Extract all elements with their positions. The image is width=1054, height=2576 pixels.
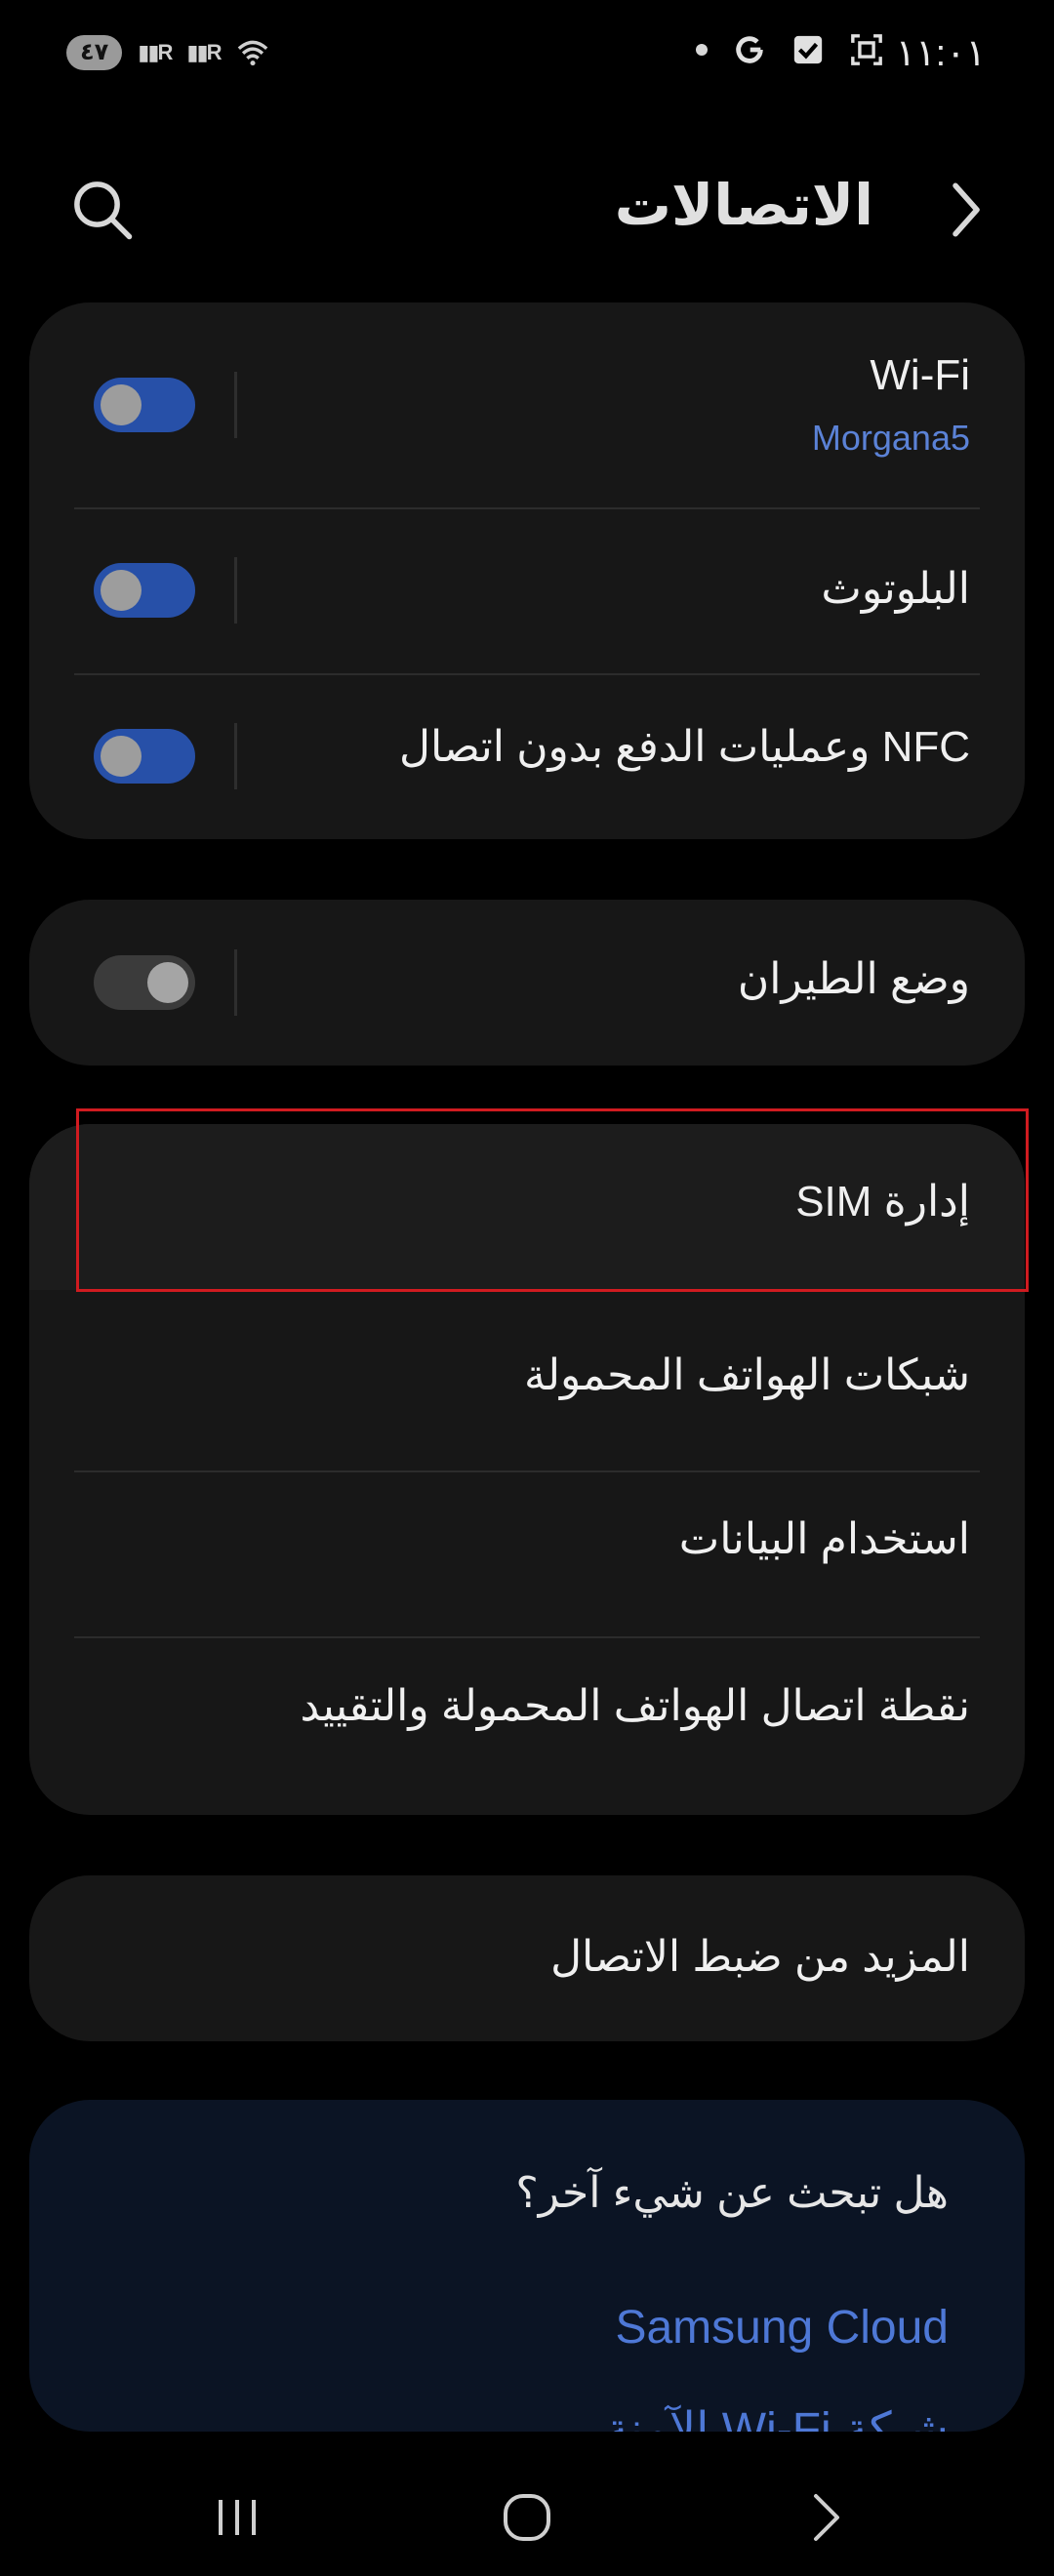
dot-icon — [696, 44, 708, 56]
connections-card: Wi-Fi Morgana5 البلوتوث NFC وعمليات الدف… — [29, 302, 1025, 839]
samsung-cloud-link[interactable]: Samsung Cloud — [615, 2301, 949, 2355]
clock: ١١:٠١ — [895, 33, 986, 74]
row-separator — [234, 372, 237, 438]
navigation-bar — [0, 2449, 1054, 2576]
row-separator — [234, 557, 237, 624]
more-connection-settings-row[interactable]: المزيد من ضبط الاتصال — [29, 1875, 1025, 2041]
page-title: الاتصالات — [614, 174, 873, 237]
status-bar: ٤٧ ▮▮R ▮▮R ١١:٠١ — [0, 0, 1054, 112]
nfc-row[interactable]: NFC وعمليات الدفع بدون اتصال — [29, 673, 1025, 839]
back-chevron-icon[interactable] — [937, 178, 995, 242]
screenshot-icon — [851, 34, 882, 65]
bluetooth-row[interactable]: البلوتوث — [29, 507, 1025, 673]
secure-wifi-link[interactable]: شبكة Wi-Fi الآمنة — [605, 2402, 949, 2432]
status-right-icons — [696, 33, 883, 66]
more-connection-settings-label: المزيد من ضبط الاتصال — [550, 1933, 970, 1981]
wifi-toggle[interactable] — [94, 378, 195, 432]
signal-icon: ▮▮R — [186, 40, 223, 64]
search-icon[interactable] — [70, 178, 135, 242]
signal-icon: ▮▮R — [138, 40, 174, 64]
hotspot-row[interactable]: نقطة اتصال الهواتف المحمولة والتقييد — [29, 1627, 1025, 1802]
back-icon[interactable] — [792, 2488, 861, 2547]
airplane-card: وضع الطيران — [29, 900, 1025, 1066]
hotspot-label: نقطة اتصال الهواتف المحمولة والتقييد — [300, 1682, 970, 1730]
suggestions-card: هل تبحث عن شيء آخر؟ Samsung Cloud شبكة W… — [29, 2100, 1025, 2432]
roaming-label: R — [206, 40, 223, 64]
google-icon — [736, 36, 763, 63]
roaming-label: R — [157, 40, 174, 64]
airplane-mode-label: وضع الطيران — [737, 955, 970, 1003]
selection-highlight — [76, 1108, 1029, 1292]
checkbox-icon — [793, 35, 823, 64]
wifi-icon — [237, 40, 267, 66]
mobile-networks-row[interactable]: شبكات الهواتف المحمولة — [29, 1290, 1025, 1456]
wifi-label: Wi-Fi — [870, 351, 970, 399]
wifi-row[interactable]: Wi-Fi Morgana5 — [29, 302, 1025, 507]
airplane-mode-row[interactable]: وضع الطيران — [29, 900, 1025, 1066]
recent-apps-icon[interactable] — [203, 2488, 271, 2547]
bluetooth-toggle[interactable] — [94, 563, 195, 618]
row-separator — [234, 723, 237, 789]
nfc-toggle[interactable] — [94, 729, 195, 784]
nfc-label: NFC وعمليات الدفع بدون اتصال — [398, 723, 970, 771]
toggle-knob — [101, 570, 142, 611]
row-separator — [234, 949, 237, 1016]
home-icon[interactable] — [493, 2488, 561, 2547]
battery-indicator: ٤٧ — [66, 35, 123, 70]
toggle-knob — [147, 962, 188, 1003]
airplane-mode-toggle[interactable] — [94, 955, 195, 1010]
app-header: الاتصالات — [0, 156, 1054, 263]
suggestions-title: هل تبحث عن شيء آخر؟ — [515, 2169, 949, 2217]
data-usage-label: استخدام البيانات — [678, 1515, 970, 1563]
bluetooth-label: البلوتوث — [821, 565, 970, 613]
wifi-network-name: Morgana5 — [811, 418, 970, 458]
toggle-knob — [101, 384, 142, 425]
mobile-networks-label: شبكات الهواتف المحمولة — [523, 1351, 970, 1399]
toggle-knob — [101, 736, 142, 777]
more-settings-card: المزيد من ضبط الاتصال — [29, 1875, 1025, 2041]
data-usage-row[interactable]: استخدام البيانات — [29, 1456, 1025, 1627]
status-left: ٤٧ ▮▮R ▮▮R — [66, 35, 269, 70]
